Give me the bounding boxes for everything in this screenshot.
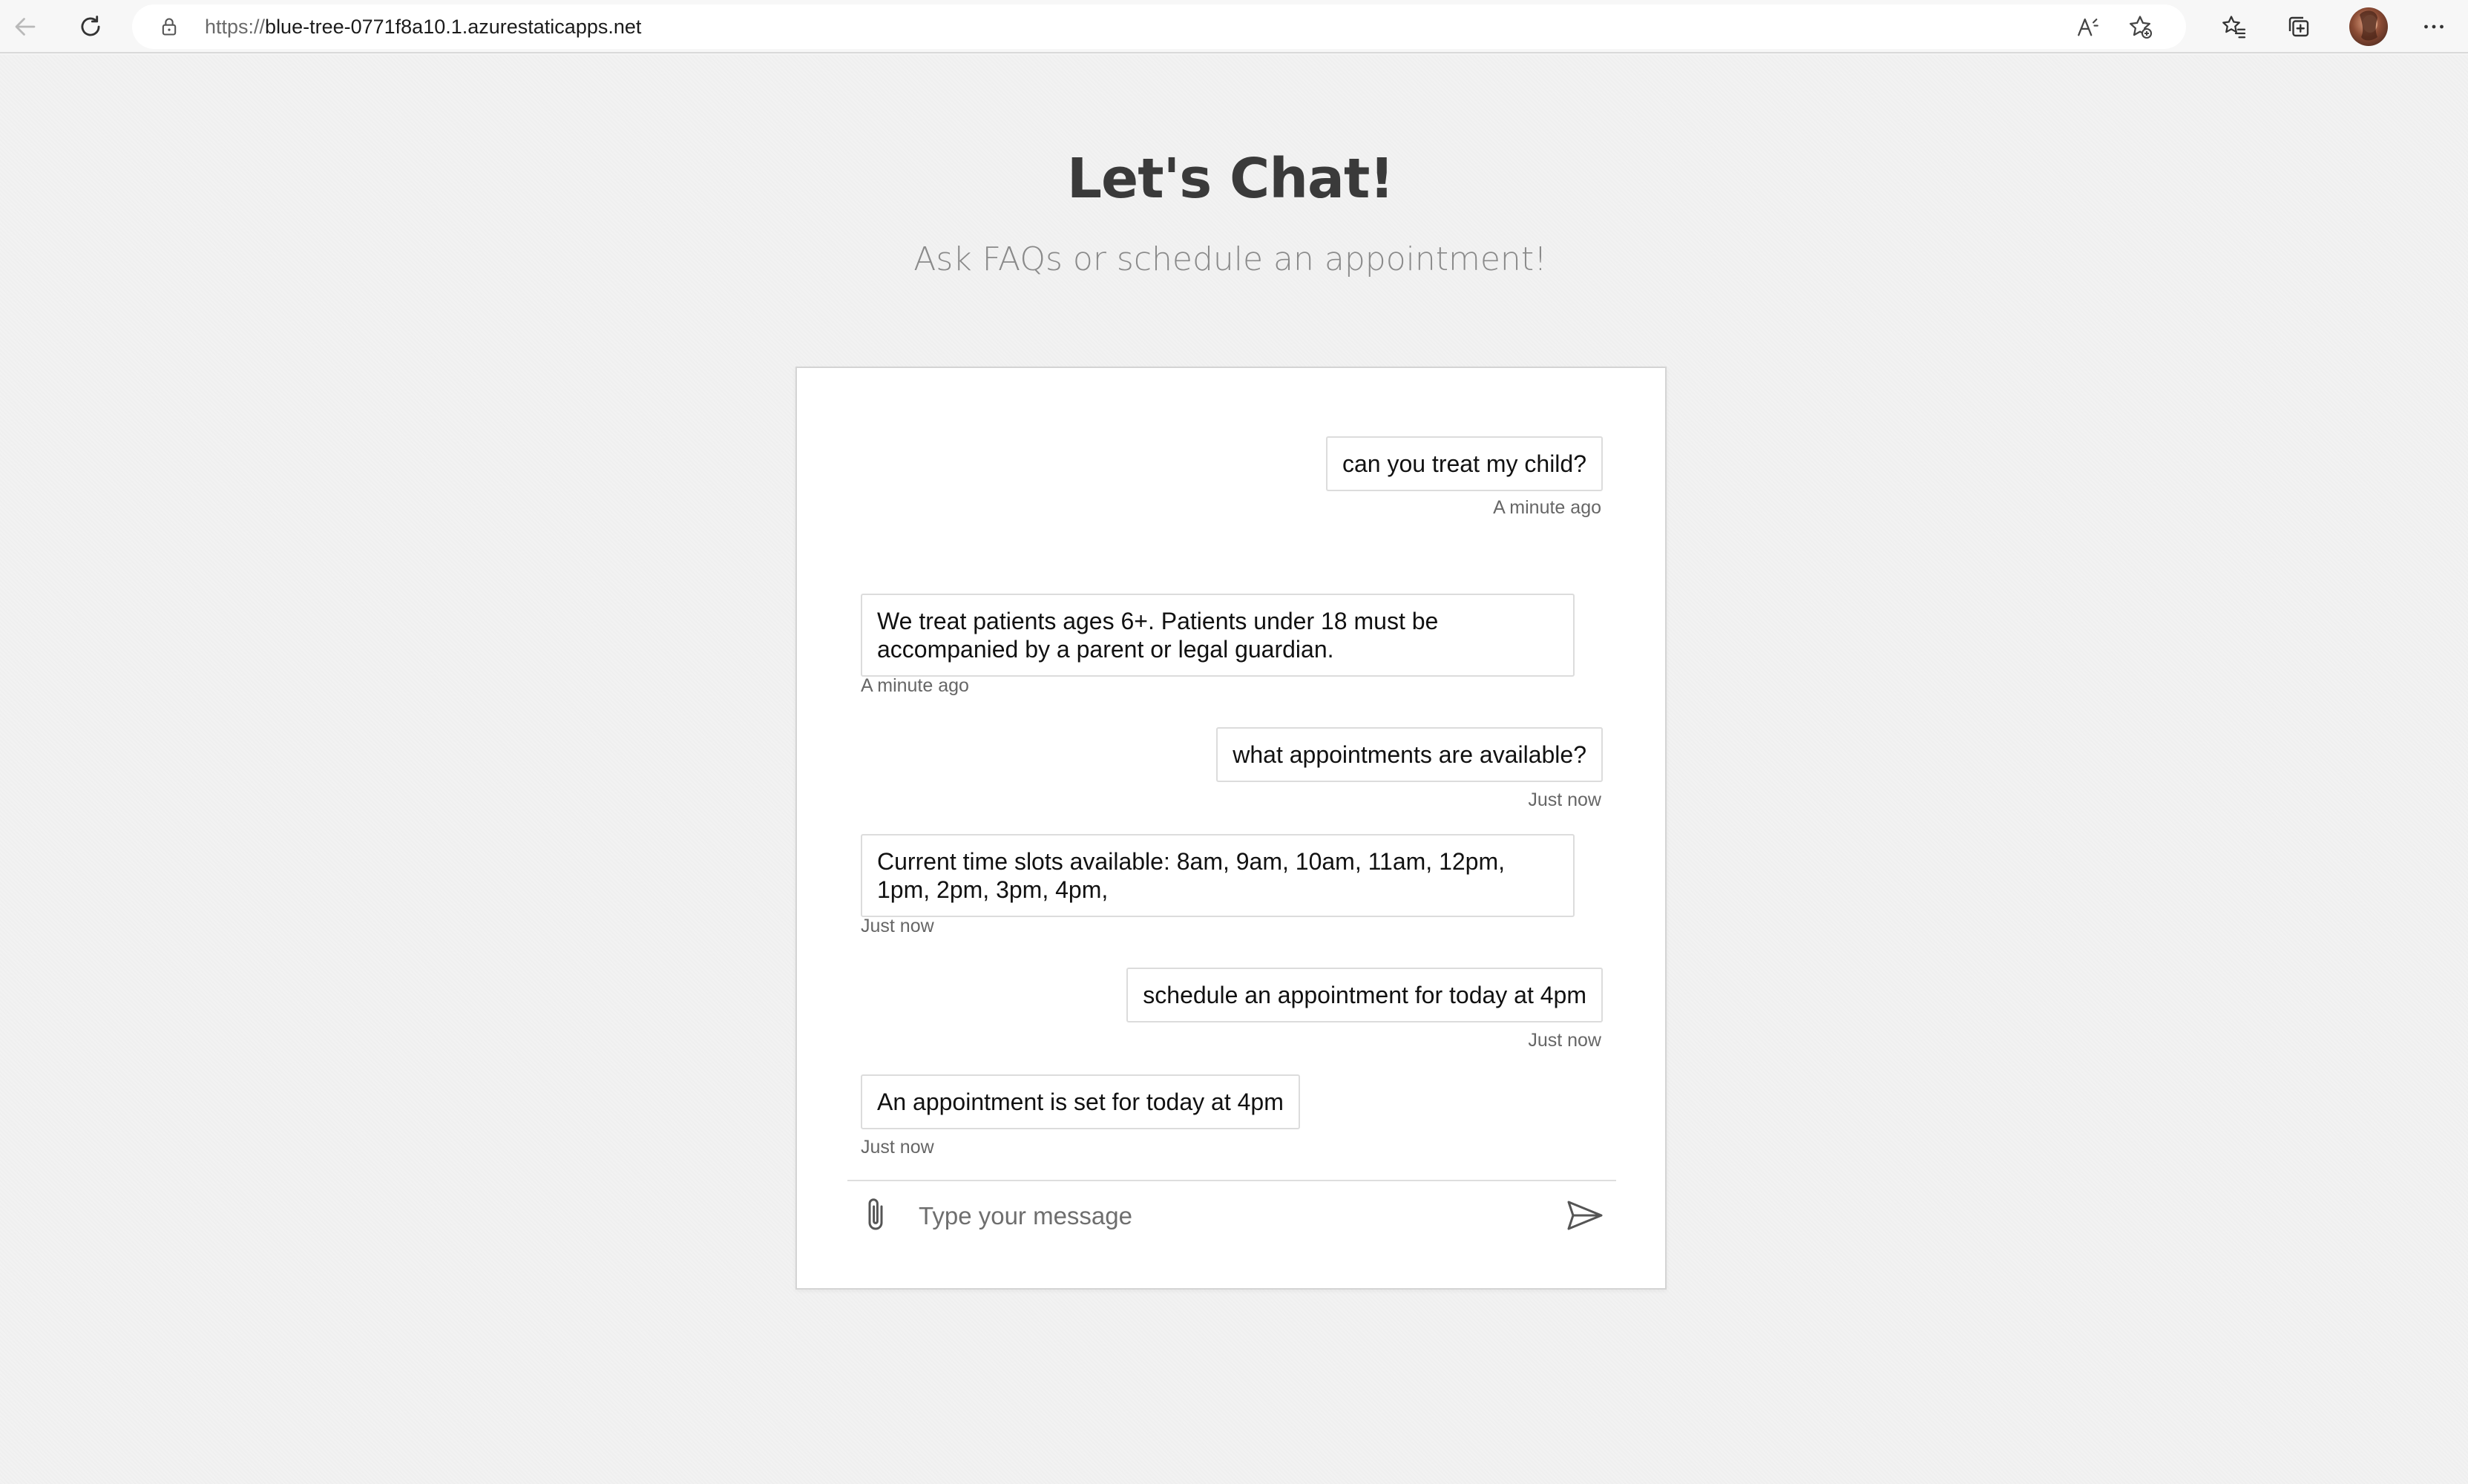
- message-timestamp: Just now: [861, 1137, 934, 1158]
- browser-toolbar: https://blue-tree-0771f8a10.1.azurestati…: [0, 0, 2468, 53]
- back-arrow-icon[interactable]: [7, 9, 43, 45]
- message-input[interactable]: [919, 1193, 1527, 1239]
- bot-message: An appointment is set for today at 4pm: [861, 1074, 1300, 1129]
- chat-window: can you treat my child? A minute ago We …: [795, 367, 1667, 1290]
- message-timestamp: A minute ago: [861, 675, 969, 696]
- send-icon[interactable]: [1566, 1199, 1604, 1232]
- message-timestamp: Just now: [1528, 789, 1601, 810]
- bot-message: We treat patients ages 6+. Patients unde…: [861, 594, 1575, 677]
- user-message: schedule an appointment for today at 4pm: [1126, 968, 1603, 1022]
- add-favorite-icon[interactable]: [2125, 12, 2155, 42]
- address-bar[interactable]: https://blue-tree-0771f8a10.1.azurestati…: [132, 4, 2186, 49]
- refresh-icon[interactable]: [73, 9, 108, 45]
- composer-divider: [847, 1180, 1616, 1181]
- paperclip-icon[interactable]: [861, 1195, 890, 1236]
- collections-icon[interactable]: [2281, 9, 2317, 45]
- favorites-icon[interactable]: [2216, 9, 2251, 45]
- read-aloud-icon[interactable]: [2073, 12, 2103, 42]
- user-message: can you treat my child?: [1325, 436, 1603, 491]
- url-host: blue-tree-0771f8a10.1.azurestaticapps.ne…: [265, 16, 642, 38]
- message-timestamp: Just now: [1528, 1030, 1601, 1051]
- page-content: Let's Chat! Ask FAQs or schedule an appo…: [0, 55, 2468, 1484]
- profile-avatar[interactable]: [2349, 7, 2388, 46]
- lock-icon[interactable]: [159, 16, 180, 37]
- message-timestamp: A minute ago: [1493, 497, 1601, 518]
- page-subtitle: Ask FAQs or schedule an appointment!: [913, 240, 1547, 278]
- user-message: what appointments are available?: [1216, 727, 1603, 782]
- more-icon[interactable]: [2416, 9, 2452, 45]
- bot-message: Current time slots available: 8am, 9am, …: [861, 834, 1575, 917]
- url-text[interactable]: https://blue-tree-0771f8a10.1.azurestati…: [205, 4, 641, 49]
- url-scheme: https://: [205, 16, 266, 38]
- page-title: Let's Chat!: [1066, 147, 1394, 211]
- message-timestamp: Just now: [861, 916, 934, 936]
